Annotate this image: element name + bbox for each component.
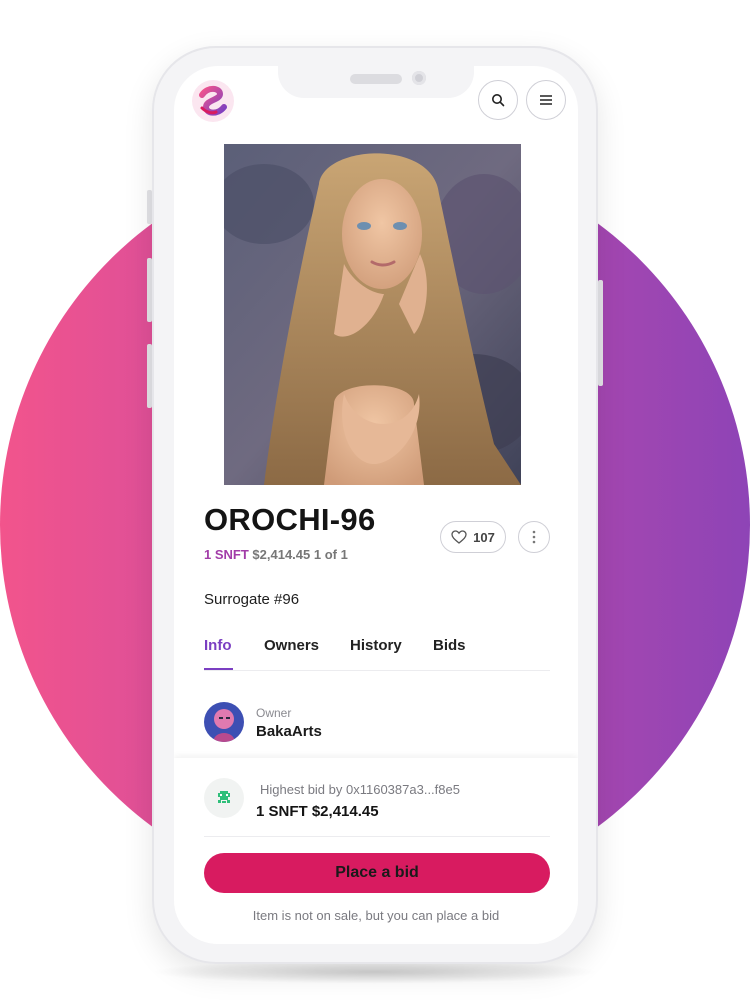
item-title: OROCHI-96 bbox=[204, 502, 376, 537]
bid-divider bbox=[204, 836, 550, 837]
bid-panel: Highest bid by 0x1160387a3...f8e5 1 SNFT… bbox=[174, 758, 578, 944]
tab-info[interactable]: Info bbox=[204, 637, 232, 654]
tab-bids[interactable]: Bids bbox=[433, 637, 466, 654]
like-count: 107 bbox=[473, 529, 495, 545]
heart-icon bbox=[451, 530, 467, 544]
item-price-line: 1 SNFT $2,414.45 1 of 1 bbox=[204, 547, 348, 562]
price-token: 1 SNFT bbox=[204, 547, 249, 562]
detail-tabs: Info Owners History Bids bbox=[204, 634, 550, 671]
highest-bid-value: 1 SNFT $2,414.45 bbox=[256, 803, 379, 820]
menu-button[interactable] bbox=[526, 80, 566, 120]
hamburger-menu-icon bbox=[540, 95, 552, 105]
search-button[interactable] bbox=[478, 80, 518, 120]
item-collection-name: Surrogate #96 bbox=[204, 591, 300, 608]
owner-label: Owner bbox=[256, 706, 292, 720]
more-options-button[interactable] bbox=[518, 521, 550, 553]
highest-bid-label: Highest bid by 0x1160387a3...f8e5 bbox=[260, 782, 460, 797]
phone-speaker bbox=[350, 74, 402, 84]
place-bid-button[interactable]: Place a bid bbox=[204, 853, 550, 893]
search-icon bbox=[492, 94, 505, 107]
phone-power-button bbox=[598, 280, 603, 386]
owner-avatar[interactable] bbox=[204, 702, 244, 742]
tab-owners[interactable]: Owners bbox=[264, 637, 319, 654]
bidder-avatar bbox=[204, 778, 244, 818]
phone-camera bbox=[412, 71, 426, 85]
nft-artwork-image[interactable] bbox=[224, 144, 521, 485]
tab-history[interactable]: History bbox=[350, 637, 402, 654]
owner-name[interactable]: BakaArts bbox=[256, 723, 322, 740]
edition-count: 1 of 1 bbox=[313, 547, 348, 562]
active-tab-indicator bbox=[204, 668, 233, 670]
like-button[interactable]: 107 bbox=[440, 521, 506, 553]
more-dots-icon bbox=[532, 530, 536, 544]
brand-logo-icon[interactable] bbox=[190, 78, 236, 124]
price-usd: $2,414.45 bbox=[252, 547, 311, 562]
sale-status-note: Item is not on sale, but you can place a… bbox=[252, 908, 500, 923]
phone-screen: OROCHI-96 1 SNFT $2,414.45 1 of 1 107 Su… bbox=[174, 66, 578, 944]
pixel-avatar-icon bbox=[218, 791, 230, 803]
